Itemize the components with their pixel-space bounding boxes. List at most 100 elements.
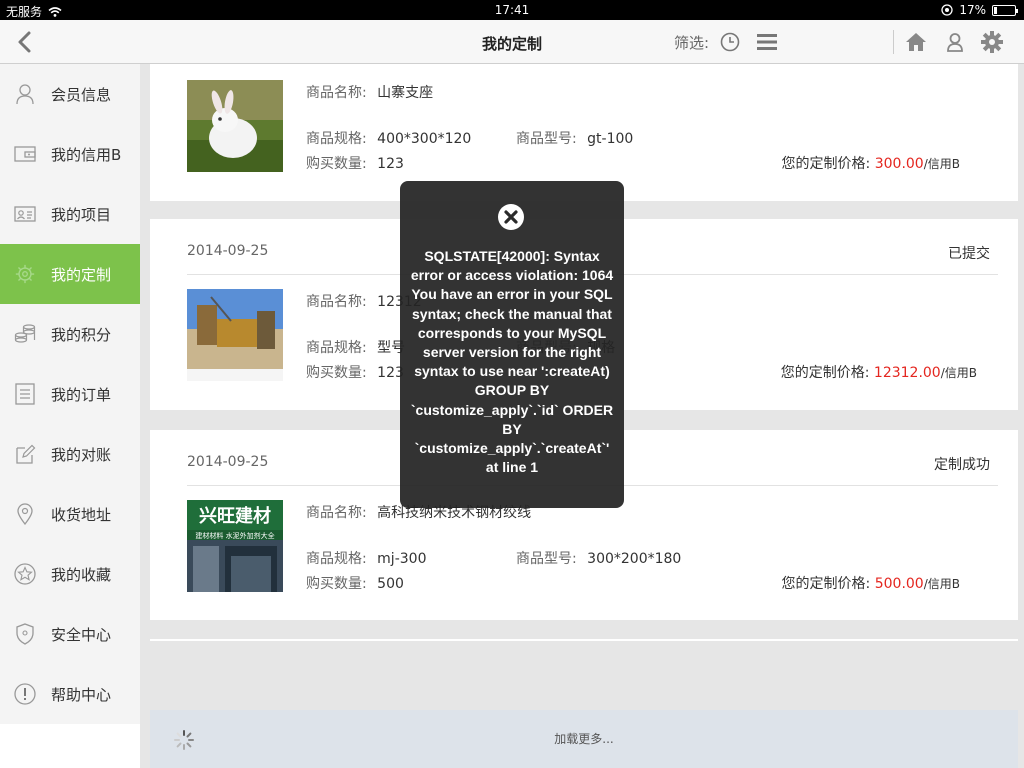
sidebar-item-label: 我的信用B — [51, 145, 122, 164]
nav-separator — [893, 30, 894, 54]
sidebar: 会员信息 我的信用B 我的项目 我的定制 我的积分 我的订单 我的对账 收货地址… — [0, 64, 140, 724]
product-spec-label: 商品规格: — [306, 551, 367, 567]
battery-percent: 17% — [959, 3, 986, 17]
rabbit-photo — [187, 80, 283, 172]
sidebar-item-label: 我的收藏 — [51, 565, 112, 584]
quantity-field: 购买数量: 500 — [306, 573, 404, 593]
order-status: 定制成功 — [934, 457, 990, 473]
quantity-value: 500 — [377, 576, 404, 592]
quantity-field: 购买数量: 123 — [306, 362, 404, 382]
custom-price: 您的定制价格: 500.00/信用B — [782, 573, 960, 593]
menu-icon — [757, 34, 777, 50]
sidebar-item-label: 安全中心 — [51, 625, 112, 644]
filter-label: 筛选: — [674, 34, 710, 52]
status-bar: 无服务 17:41 17% — [0, 0, 1024, 20]
coins-icon — [14, 323, 36, 345]
clock-icon — [720, 32, 740, 52]
back-icon — [18, 31, 31, 53]
settings-button[interactable] — [978, 28, 1006, 56]
product-spec-field: 商品规格: mj-300 — [306, 548, 426, 568]
store-sub-text: 建材材料 水泥外加剂大全 — [195, 531, 274, 540]
sidebar-item-address[interactable]: 收货地址 — [0, 484, 140, 544]
price-value: 300.00 — [874, 156, 924, 172]
quantity-label: 购买数量: — [306, 576, 367, 592]
sidebar-item-reconcile[interactable]: 我的对账 — [0, 424, 140, 484]
load-more-label: 加载更多... — [554, 732, 614, 746]
quantity-label: 购买数量: — [306, 156, 367, 172]
back-button[interactable] — [12, 28, 40, 56]
sidebar-item-label: 我的订单 — [51, 385, 112, 404]
filter-time-button[interactable] — [716, 28, 744, 56]
product-thumbnail[interactable]: 兴旺建材 建材材料 水泥外加剂大全 — [187, 500, 283, 592]
store-sign-text: 兴旺建材 — [199, 505, 271, 527]
sidebar-item-orders[interactable]: 我的订单 — [0, 364, 140, 424]
price-label: 您的定制价格: — [781, 576, 871, 592]
battery-icon — [992, 4, 1018, 16]
gear-icon — [14, 263, 36, 285]
price-value: 500.00 — [874, 576, 924, 592]
sidebar-item-label: 我的定制 — [51, 265, 112, 284]
info-icon — [14, 683, 36, 705]
product-name-field: 商品名称: 山寨支座 — [306, 82, 433, 102]
quantity-label: 购买数量: — [306, 365, 367, 381]
product-model-label: 商品型号: — [516, 131, 577, 147]
product-model-label: 商品型号: — [516, 551, 577, 567]
price-label: 您的定制价格: — [781, 156, 871, 172]
sidebar-item-security[interactable]: 安全中心 — [0, 604, 140, 664]
quantity-field: 购买数量: 123 — [306, 153, 404, 173]
sidebar-item-credit[interactable]: 我的信用B — [0, 124, 140, 184]
product-spec-value: mj-300 — [377, 551, 427, 567]
product-name-label: 商品名称: — [306, 505, 367, 521]
price-unit: /信用B — [923, 577, 960, 591]
plant-photo — [187, 289, 283, 381]
quantity-value: 123 — [377, 156, 404, 172]
sidebar-item-points[interactable]: 我的积分 — [0, 304, 140, 364]
user-icon — [14, 83, 36, 105]
page-title: 我的定制 — [481, 35, 542, 53]
shield-icon — [14, 623, 36, 645]
clock-label: 17:41 — [494, 3, 530, 17]
product-name-label: 商品名称: — [306, 85, 367, 101]
sidebar-item-customize[interactable]: 我的定制 — [0, 244, 140, 304]
home-button[interactable] — [902, 28, 930, 56]
user-icon — [947, 33, 963, 52]
product-spec-value: 400*300*120 — [377, 131, 472, 147]
sidebar-item-label: 我的项目 — [51, 205, 112, 224]
custom-price: 您的定制价格: 12312.00/信用B — [781, 362, 977, 382]
edit-icon — [14, 443, 36, 465]
product-spec-field: 商品规格: 型号 — [306, 337, 405, 357]
error-popup: SQLSTATE[42000]: Syntax error or access … — [400, 181, 624, 508]
load-more-button[interactable]: 加载更多... — [150, 710, 1018, 768]
sidebar-item-favorites[interactable]: 我的收藏 — [0, 544, 140, 604]
sidebar-item-label: 我的积分 — [51, 325, 112, 344]
order-status: 已提交 — [948, 246, 990, 262]
close-button[interactable] — [497, 203, 525, 231]
list-end-divider — [150, 639, 1018, 641]
product-model-value: 300*200*180 — [587, 551, 682, 567]
product-spec-label: 商品规格: — [306, 131, 367, 147]
nav-bar: 我的定制 筛选: — [0, 20, 1024, 64]
product-name-label: 商品名称: — [306, 294, 367, 310]
sidebar-item-help[interactable]: 帮助中心 — [0, 664, 140, 724]
price-label: 您的定制价格: — [780, 365, 870, 381]
custom-price: 您的定制价格: 300.00/信用B — [782, 153, 960, 173]
price-unit: /信用B — [923, 157, 960, 171]
product-model-field: 商品型号: gt-100 — [516, 128, 633, 148]
id-card-icon — [14, 203, 36, 225]
sidebar-footer — [0, 724, 140, 768]
location-icon — [14, 503, 36, 525]
product-thumbnail[interactable] — [187, 289, 283, 381]
sidebar-item-projects[interactable]: 我的项目 — [0, 184, 140, 244]
product-thumbnail[interactable] — [187, 80, 283, 172]
sidebar-item-label: 我的对账 — [51, 445, 112, 464]
home-icon — [906, 33, 926, 51]
menu-button[interactable] — [753, 28, 781, 56]
sidebar-item-label: 收货地址 — [51, 505, 112, 524]
product-name-value: 山寨支座 — [377, 85, 434, 101]
product-model-value: gt-100 — [587, 131, 634, 147]
product-spec-label: 商品规格: — [306, 340, 367, 356]
error-message: SQLSTATE[42000]: Syntax error or access … — [410, 248, 614, 476]
user-button[interactable] — [941, 28, 969, 56]
product-model-field: 商品型号: 300*200*180 — [516, 548, 681, 568]
sidebar-item-member-info[interactable]: 会员信息 — [0, 64, 140, 124]
